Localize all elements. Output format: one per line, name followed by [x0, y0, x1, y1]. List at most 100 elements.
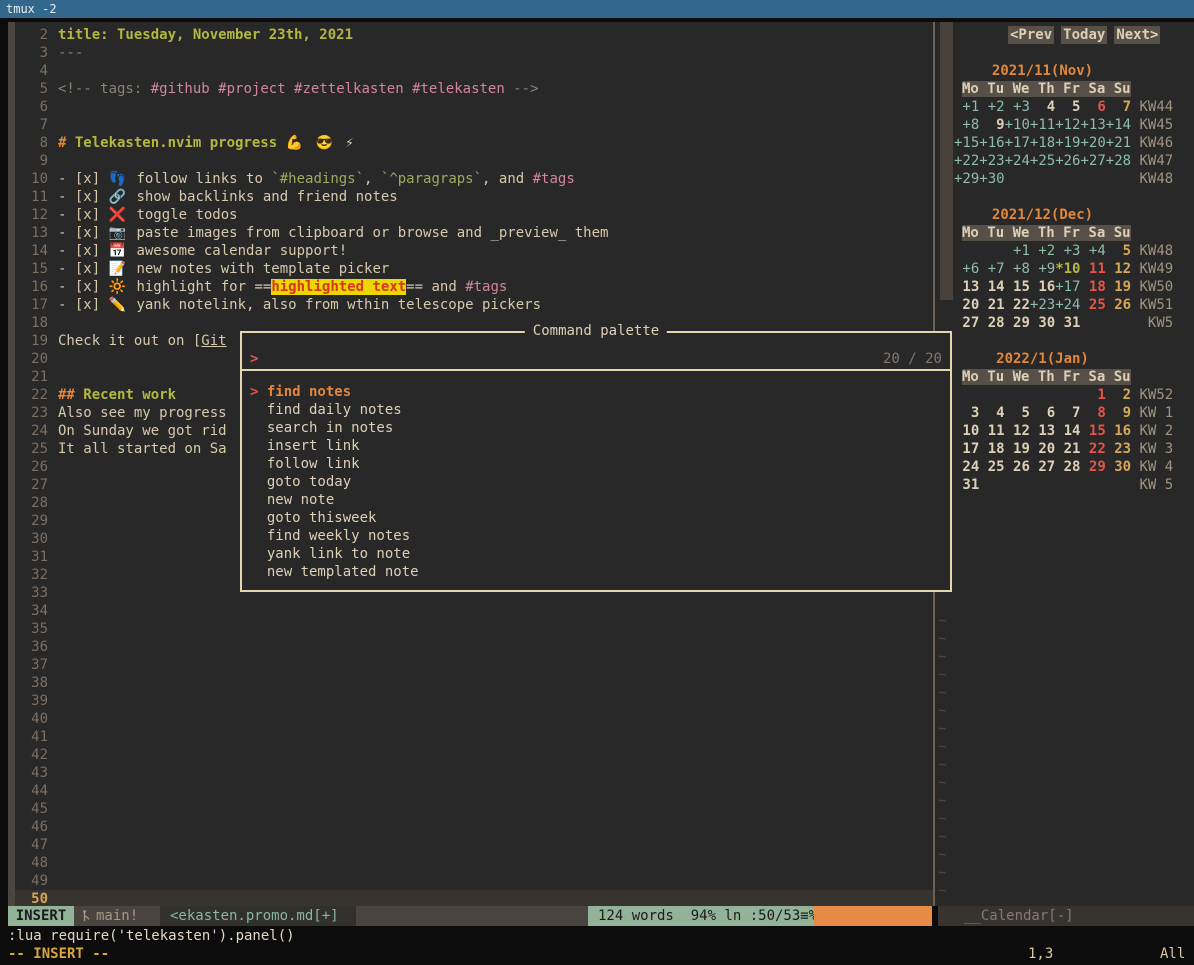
calendar-day[interactable]: 24	[954, 458, 979, 476]
calendar-day[interactable]: 10	[954, 422, 979, 440]
editor-line-11[interactable]: 11- [x] 🔗 show backlinks and friend note…	[15, 188, 933, 206]
editor-line-2[interactable]: 2title: Tuesday, November 23th, 2021	[15, 26, 933, 44]
calendar-day[interactable]: 26	[1005, 458, 1030, 476]
calendar-day[interactable]: +10	[1005, 116, 1030, 134]
calendar-day[interactable]: +17	[1055, 278, 1080, 296]
calendar-day[interactable]: 4	[1030, 98, 1055, 116]
calendar-day[interactable]: +24	[1005, 152, 1030, 170]
editor-line-45[interactable]: 45	[15, 800, 933, 818]
calendar-day[interactable]: +25	[1030, 152, 1055, 170]
palette-item-goto-today[interactable]: goto today	[242, 473, 950, 491]
calendar-day[interactable]: 25	[1080, 296, 1105, 314]
calendar-day[interactable]: +15	[954, 134, 979, 152]
calendar-day[interactable]: +28	[1106, 152, 1131, 170]
calendar-day[interactable]: +6	[954, 260, 979, 278]
editor-line-8[interactable]: 8# Telekasten.nvim progress 💪 😎 ⚡	[15, 134, 933, 152]
calendar-day[interactable]: 14	[979, 278, 1004, 296]
calendar-day[interactable]: 22	[1080, 440, 1105, 458]
calendar-day[interactable]: +29	[954, 170, 979, 188]
next-button[interactable]: Next>	[1114, 26, 1160, 44]
calendar-day[interactable]: +13	[1080, 116, 1105, 134]
calendar-day[interactable]: +2	[979, 98, 1004, 116]
calendar-day[interactable]: +26	[1055, 152, 1080, 170]
calendar-day[interactable]: +30	[979, 170, 1004, 188]
github-link[interactable]: Git	[201, 333, 226, 349]
calendar-day[interactable]: +20	[1080, 134, 1105, 152]
editor-line-16[interactable]: 16- [x] 🔆 highlight for ==highlighted te…	[15, 278, 933, 296]
calendar-day[interactable]: 7	[1055, 404, 1080, 422]
calendar-day[interactable]: 29	[1080, 458, 1105, 476]
calendar-day[interactable]: 27	[954, 314, 979, 332]
calendar-day[interactable]: 20	[1030, 440, 1055, 458]
calendar-day[interactable]: 16	[1106, 422, 1131, 440]
calendar-day[interactable]: +21	[1106, 134, 1131, 152]
calendar-day[interactable]: +23	[1030, 296, 1055, 314]
palette-item-search-in-notes[interactable]: search in notes	[242, 419, 950, 437]
calendar-day[interactable]: +11	[1030, 116, 1055, 134]
calendar-day[interactable]: 25	[979, 458, 1004, 476]
left-scrollbar[interactable]	[8, 22, 15, 906]
editor-line-5[interactable]: 5<!-- tags: #github #project #zettelkast…	[15, 80, 933, 98]
calendar-day[interactable]: +22	[954, 152, 979, 170]
calendar-day[interactable]: 23	[1106, 440, 1131, 458]
calendar-day[interactable]: +16	[979, 134, 1004, 152]
palette-item-find-weekly-notes[interactable]: find weekly notes	[242, 527, 950, 545]
editor-line-38[interactable]: 38	[15, 674, 933, 692]
calendar-day[interactable]: +14	[1106, 116, 1131, 134]
calendar-day[interactable]: 15	[1080, 422, 1105, 440]
calendar-day[interactable]: 31	[954, 476, 979, 494]
calendar-day[interactable]: 30	[1030, 314, 1055, 332]
calendar-day[interactable]: +7	[979, 260, 1004, 278]
tab-segment[interactable]: ≡ [11]tra…	[814, 906, 932, 926]
calendar-day[interactable]: 28	[979, 314, 1004, 332]
editor-line-37[interactable]: 37	[15, 656, 933, 674]
palette-item-goto-thisweek[interactable]: goto thisweek	[242, 509, 950, 527]
editor-line-13[interactable]: 13- [x] 📷 paste images from clipboard or…	[15, 224, 933, 242]
editor-line-36[interactable]: 36	[15, 638, 933, 656]
editor-line-12[interactable]: 12- [x] ❌ toggle todos	[15, 206, 933, 224]
editor-line-17[interactable]: 17- [x] ✏️ yank notelink, also from wthi…	[15, 296, 933, 314]
editor-line-15[interactable]: 15- [x] 📝 new notes with template picker	[15, 260, 933, 278]
editor-line-10[interactable]: 10- [x] 👣 follow links to `#headings`, `…	[15, 170, 933, 188]
editor-line-34[interactable]: 34	[15, 602, 933, 620]
calendar-day[interactable]: 20	[954, 296, 979, 314]
editor-line-7[interactable]: 7	[15, 116, 933, 134]
calendar-day[interactable]: 16	[1030, 278, 1055, 296]
calendar-day[interactable]: 22	[1005, 296, 1030, 314]
calendar-day[interactable]: 30	[1106, 458, 1131, 476]
palette-item-yank-link-to-note[interactable]: yank link to note	[242, 545, 950, 563]
calendar-day[interactable]: 11	[1080, 260, 1105, 278]
editor-line-35[interactable]: 35	[15, 620, 933, 638]
editor-line-39[interactable]: 39	[15, 692, 933, 710]
calendar-day[interactable]: 5	[1106, 242, 1131, 260]
calendar-day[interactable]: 14	[1055, 422, 1080, 440]
calendar-day[interactable]: +19	[1055, 134, 1080, 152]
calendar-day[interactable]: 9	[1106, 404, 1131, 422]
calendar-day[interactable]: +3	[1005, 98, 1030, 116]
calendar-day[interactable]: 28	[1055, 458, 1080, 476]
calendar-day[interactable]: +9	[1030, 260, 1055, 278]
calendar-day[interactable]: 21	[1055, 440, 1080, 458]
editor-line-49[interactable]: 49	[15, 872, 933, 890]
calendar-day[interactable]: 18	[979, 440, 1004, 458]
palette-item-insert-link[interactable]: insert link	[242, 437, 950, 455]
calendar-day[interactable]: 3	[954, 404, 979, 422]
calendar-day[interactable]: 5	[1005, 404, 1030, 422]
editor-line-18[interactable]: 18	[15, 314, 933, 332]
calendar-day[interactable]: +23	[979, 152, 1004, 170]
calendar-day[interactable]: 4	[979, 404, 1004, 422]
calendar-day[interactable]: 17	[954, 440, 979, 458]
calendar-day[interactable]: 15	[1005, 278, 1030, 296]
calendar-day[interactable]: 8	[1080, 404, 1105, 422]
calendar-day[interactable]: +1	[954, 98, 979, 116]
calendar-day[interactable]: 5	[1055, 98, 1080, 116]
editor-line-3[interactable]: 3---	[15, 44, 933, 62]
calendar-day[interactable]: 13	[1030, 422, 1055, 440]
calendar-day[interactable]: +1	[1005, 242, 1030, 260]
calendar-day[interactable]: +12	[1055, 116, 1080, 134]
calendar-day[interactable]: 26	[1106, 296, 1131, 314]
calendar-day[interactable]: +24	[1055, 296, 1080, 314]
editor-line-6[interactable]: 6	[15, 98, 933, 116]
calendar-day[interactable]: 2	[1106, 386, 1131, 404]
calendar-day[interactable]: 12	[1106, 260, 1131, 278]
